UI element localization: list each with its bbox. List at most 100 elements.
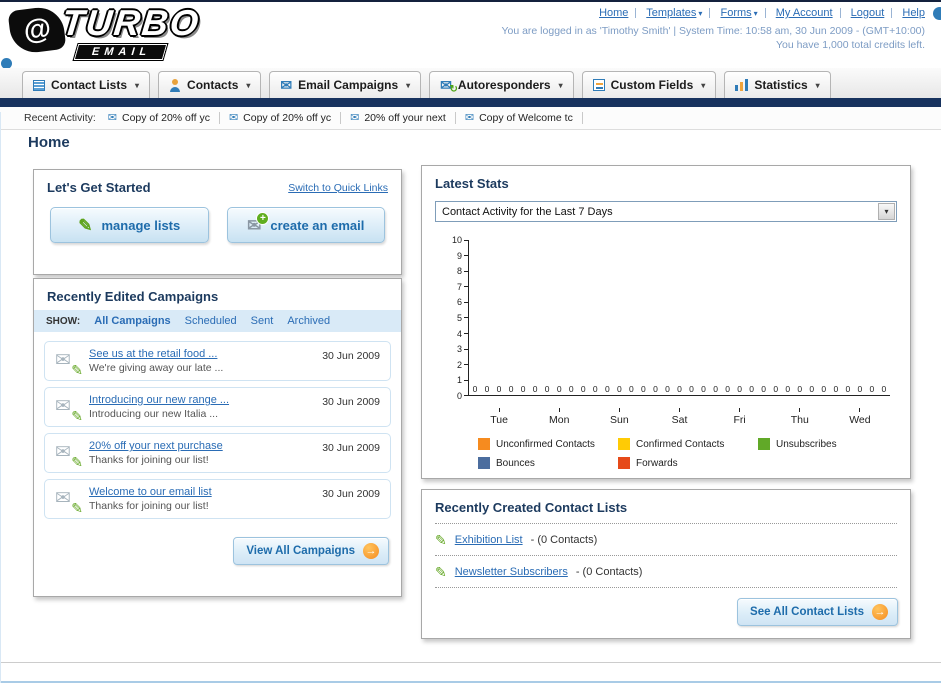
campaigns-title: Recently Edited Campaigns [47, 289, 219, 304]
tab-email-campaigns[interactable]: ✉ Email Campaigns ▾ [269, 71, 422, 98]
nav-help-link[interactable]: Help [902, 7, 925, 19]
filter-all-campaigns[interactable]: All Campaigns [94, 315, 170, 327]
view-all-campaigns-button[interactable]: View All Campaigns → [233, 537, 389, 565]
legend-item: Bounces [478, 457, 618, 469]
manage-lists-button[interactable]: ✎ manage lists [50, 207, 209, 243]
campaign-date: 30 Jun 2009 [322, 442, 380, 454]
campaign-row[interactable]: ✉ ✎ See us at the retail food ... We're g… [44, 341, 391, 381]
campaigns-filter-bar: SHOW: All Campaigns Scheduled Sent Archi… [34, 310, 401, 332]
stats-title: Latest Stats [435, 176, 509, 191]
recent-activity-item[interactable]: ✉ Copy of Welcome tc [465, 112, 583, 124]
tab-label: Email Campaigns [298, 78, 399, 92]
get-started-title: Let's Get Started [47, 180, 151, 195]
contact-list-count: - (0 Contacts) [575, 566, 643, 578]
nav-separator [709, 8, 711, 19]
recent-activity-label: Recent Activity: [24, 112, 96, 124]
nav-my-account-link[interactable]: My Account [776, 7, 833, 19]
recent-activity-bar: Recent Activity: ✉ Copy of 20% off yc ✉ … [0, 107, 941, 130]
campaign-row[interactable]: ✉ ✎ 20% off your next purchase Thanks for… [44, 433, 391, 473]
campaign-title-link[interactable]: See us at the retail food ... [89, 348, 302, 360]
view-all-campaigns-label: View All Campaigns [246, 545, 355, 557]
filter-scheduled[interactable]: Scheduled [185, 315, 237, 327]
nav-logout-link[interactable]: Logout [851, 7, 885, 19]
chart-value-labels: 00000 [773, 384, 827, 394]
refresh-icon: ↻ [449, 84, 458, 95]
tab-contact-lists[interactable]: Contact Lists ▾ [22, 71, 151, 98]
statistics-icon [735, 79, 749, 91]
tab-label: Statistics [754, 78, 808, 92]
filter-sent[interactable]: Sent [251, 315, 274, 327]
envelope-icon: ✉ [107, 111, 117, 124]
envelope-icon: ✉ [350, 111, 360, 124]
left-edge [0, 112, 1, 683]
app-logo[interactable]: @ TURBO EMAIL [7, 2, 270, 62]
campaign-edit-icon: ✉ ✎ [55, 488, 83, 516]
recent-activity-text: Copy of 20% off yc [122, 112, 210, 124]
nav-home-link[interactable]: Home [599, 7, 628, 19]
credits-status: You have 1,000 total credits left. [775, 39, 925, 51]
nav-forms-link[interactable]: Forms [720, 7, 751, 19]
pencil-icon: ✎ [435, 564, 447, 580]
chart-value-labels: 00000 [592, 384, 646, 394]
corner-dot [933, 7, 941, 20]
x-axis-label: Wed [830, 408, 890, 426]
stats-period-value: Contact Activity for the Last 7 Days [442, 205, 613, 218]
app-window: @ TURBO EMAIL Home Templates ▾ Forms ▾ My … [0, 0, 941, 683]
legend-color-swatch [478, 457, 490, 469]
plus-icon: + [256, 211, 270, 225]
see-all-contact-lists-button[interactable]: See All Contact Lists → [737, 598, 898, 626]
create-email-button[interactable]: ✉ + create an email [226, 207, 385, 243]
contacts-icon [169, 78, 181, 92]
campaign-title-link[interactable]: Welcome to our email list [89, 486, 302, 498]
caret-down-icon: ▾ [878, 203, 895, 220]
switch-quick-links-link[interactable]: Switch to Quick Links [288, 182, 388, 194]
contact-list-link[interactable]: Exhibition List [455, 534, 523, 546]
x-axis-label: Fri [710, 408, 770, 426]
legend-label: Bounces [496, 457, 535, 469]
tab-autoresponders[interactable]: ✉ ↻ Autoresponders ▾ [429, 71, 574, 98]
logo-subtext: EMAIL [73, 44, 168, 60]
contact-lists-icon [33, 79, 45, 91]
y-axis-tick: 4 [457, 329, 468, 339]
recent-activity-item[interactable]: ✉ 20% off your next [350, 112, 456, 124]
recent-activity-item[interactable]: ✉ Copy of 20% off yc [108, 112, 220, 124]
campaign-subtitle: Thanks for joining our list! [89, 454, 209, 466]
campaign-title-link[interactable]: 20% off your next purchase [89, 440, 302, 452]
tab-custom-fields[interactable]: Custom Fields ▾ [581, 71, 717, 98]
contact-list-link[interactable]: Newsletter Subscribers [455, 566, 568, 578]
caret-down-icon: ▾ [558, 80, 563, 90]
stats-period-select[interactable]: Contact Activity for the Last 7 Days ▾ [435, 201, 897, 222]
chart-value-labels: 00000 [472, 384, 526, 394]
tab-label: Contact Lists [51, 78, 128, 92]
recent-activity-item[interactable]: ✉ Copy of 20% off yc [229, 112, 342, 124]
tab-statistics[interactable]: Statistics ▾ [724, 71, 831, 98]
envelope-icon: ✉ [464, 111, 475, 124]
recent-activity-text: Copy of Welcome tc [479, 112, 573, 124]
campaign-row[interactable]: ✉ ✎ Welcome to our email list Thanks for … [44, 479, 391, 519]
email-campaigns-icon: ✉ [280, 77, 293, 93]
contact-lists-title: Recently Created Contact Lists [435, 490, 897, 524]
chart-value-labels: 00000 [532, 384, 586, 394]
logo-swirl-icon: @ [7, 4, 67, 56]
tab-contacts[interactable]: Contacts ▾ [158, 71, 262, 98]
legend-label: Unconfirmed Contacts [496, 438, 595, 450]
contact-list-row[interactable]: ✎ Newsletter Subscribers - (0 Contacts) [435, 556, 897, 588]
caret-down-icon: ▾ [753, 9, 758, 18]
campaign-row[interactable]: ✉ ✎ Introducing our new range ... Introdu… [44, 387, 391, 427]
logo-text: TURBO [59, 2, 203, 43]
envelope-plus-icon: ✉ + [247, 211, 270, 234]
nav-separator [635, 8, 637, 19]
nav-templates-link[interactable]: Templates [646, 7, 696, 19]
tab-label: Custom Fields [610, 78, 694, 92]
panel-recent-campaigns: Recently Edited Campaigns SHOW: All Camp… [33, 278, 402, 597]
campaign-subtitle: Thanks for joining our list! [89, 500, 209, 512]
y-axis-tick: 9 [457, 251, 468, 261]
legend-color-swatch [618, 438, 630, 450]
campaign-title-link[interactable]: Introducing our new range ... [89, 394, 302, 406]
chart-value-labels-row: 00000 00000 00000 00000 00000 00000 00000 [469, 384, 890, 394]
chart-plot-area [468, 240, 890, 396]
filter-archived[interactable]: Archived [287, 315, 330, 327]
contact-list-row[interactable]: ✎ Exhibition List - (0 Contacts) [435, 524, 897, 556]
legend-color-swatch [618, 457, 630, 469]
campaign-date: 30 Jun 2009 [322, 350, 380, 362]
